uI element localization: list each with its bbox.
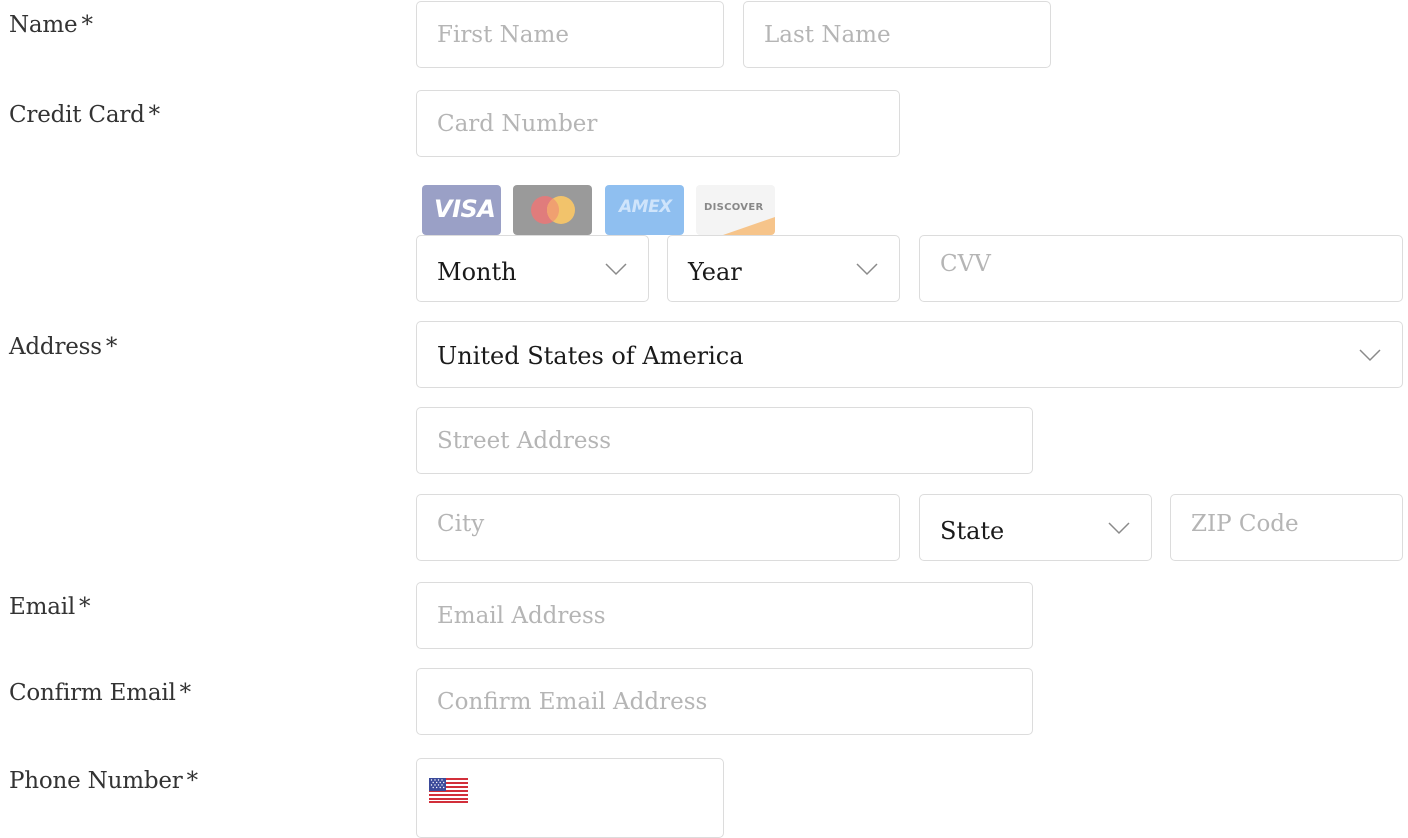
country-select[interactable]: United States of America [416,321,1403,388]
last-name-input[interactable] [743,1,1051,68]
name-label: Name * [9,12,93,38]
email-input[interactable] [416,582,1033,649]
discover-icon: DISCOVER [696,185,775,235]
us-flag-icon[interactable] [429,778,468,803]
first-name-input[interactable] [416,1,724,68]
phone-number-label: Phone Number * [9,768,198,794]
credit-card-label: Credit Card * [9,102,160,128]
card-number-input[interactable] [416,90,900,157]
chevron-down-icon [856,262,878,275]
visa-icon: VISA [422,185,501,235]
year-select-value: Year [688,257,742,286]
zip-code-input[interactable] [1170,494,1403,561]
address-label: Address * [9,334,118,360]
amex-icon: AMEX [605,185,684,235]
chevron-down-icon [605,262,627,275]
street-address-input[interactable] [416,407,1033,474]
country-select-value: United States of America [437,341,744,370]
year-select[interactable]: Year [667,235,900,302]
month-select[interactable]: Month [416,235,649,302]
mastercard-icon [513,185,592,235]
chevron-down-icon [1359,348,1381,361]
city-input[interactable] [416,494,900,561]
phone-number-input[interactable] [416,758,724,838]
state-select[interactable]: State [919,494,1152,561]
email-label: Email * [9,594,91,620]
confirm-email-input[interactable] [416,668,1033,735]
cvv-input[interactable] [919,235,1403,302]
state-select-value: State [940,516,1005,545]
chevron-down-icon [1108,521,1130,534]
month-select-value: Month [437,257,517,286]
confirm-email-label: Confirm Email * [9,680,191,706]
